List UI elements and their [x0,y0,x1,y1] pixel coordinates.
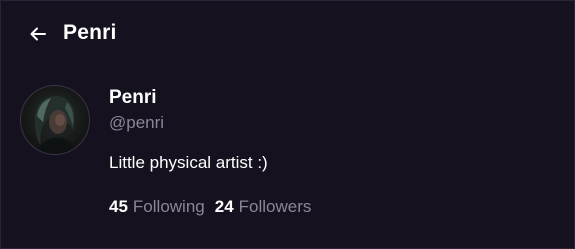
profile-header: Penri [0,0,575,66]
following-label: Following [132,197,205,216]
following-count: 45 [109,197,128,216]
followers-count: 24 [214,197,234,216]
followers-link[interactable]: 24 Followers [215,196,312,218]
followers-label: Followers [238,197,312,216]
avatar-photo [33,94,79,154]
page-title: Penri [63,21,117,44]
avatar[interactable] [20,85,90,155]
profile-handle: @penri [109,113,165,132]
back-button[interactable] [26,22,50,46]
following-link[interactable]: 45 Following [109,196,205,218]
profile-bio: Little physical artist :) [109,153,268,172]
profile-display-name: Penri [109,87,157,108]
arrow-left-icon [30,27,46,41]
profile-stats: 45 Following 24 Followers [109,196,321,218]
